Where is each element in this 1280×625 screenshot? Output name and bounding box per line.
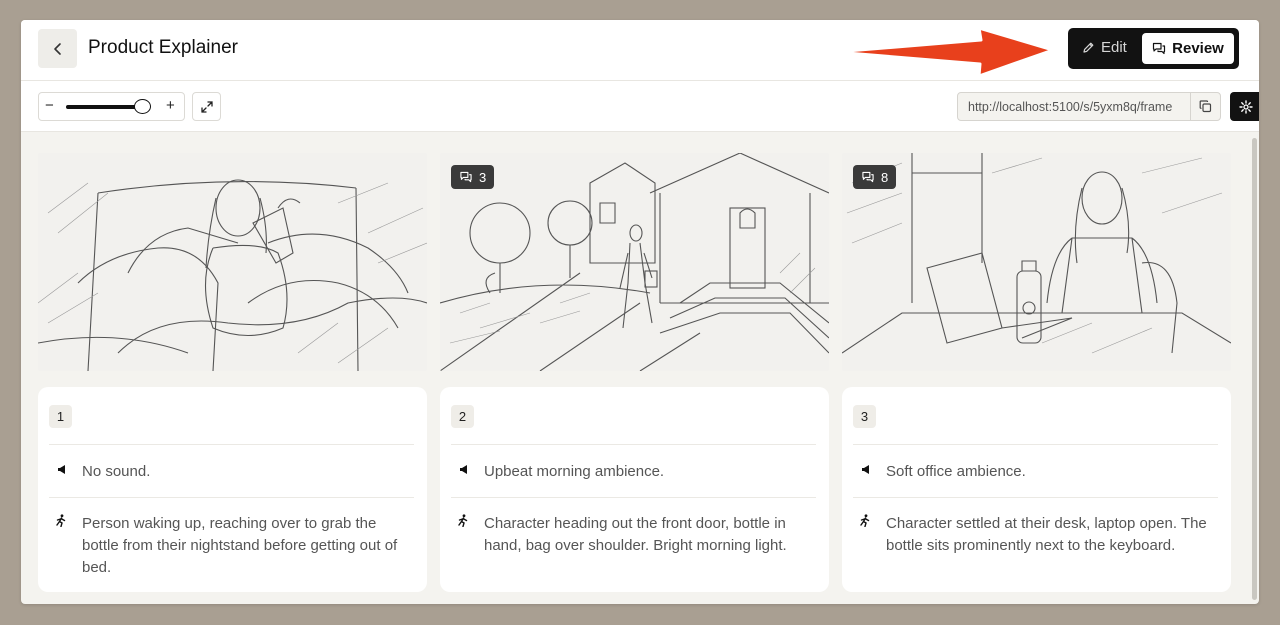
copy-icon — [1199, 100, 1212, 113]
divider — [451, 497, 816, 498]
copy-url-button[interactable] — [1190, 93, 1220, 120]
speaker-icon — [460, 465, 467, 474]
speaker-icon — [58, 465, 65, 474]
frame-number: 1 — [49, 405, 72, 428]
sound-description: Upbeat morning ambience. — [484, 463, 665, 480]
zoom-control: − + — [38, 92, 185, 121]
action-description: Character heading out the front door, bo… — [484, 515, 787, 554]
chevron-left-icon — [53, 42, 61, 55]
action-description: Person waking up, reaching over to grab … — [82, 515, 398, 576]
comments-icon — [1153, 42, 1166, 55]
frame-image[interactable]: 8 — [842, 153, 1231, 371]
page-title: Product Explainer — [88, 37, 238, 58]
running-person-icon — [56, 514, 66, 527]
frame-image[interactable] — [38, 153, 427, 371]
comment-count: 8 — [881, 169, 889, 185]
running-person-icon — [458, 514, 468, 527]
settings-button[interactable] — [1230, 92, 1259, 121]
header: Product Explainer Edit Review — [21, 20, 1259, 81]
divider — [49, 497, 414, 498]
running-person-icon — [860, 514, 870, 527]
comment-count: 3 — [479, 169, 487, 185]
frame-details-card: 2 Upbeat morning ambience. Character hea… — [440, 387, 829, 592]
frame-number: 3 — [853, 405, 876, 428]
review-mode-label: Review — [1172, 40, 1224, 57]
gear-icon — [1239, 99, 1253, 114]
divider — [451, 444, 816, 445]
toolbar: − + http://localhost:5100/s/5yxm8q/frame — [21, 81, 1259, 132]
share-url-field[interactable]: http://localhost:5100/s/5yxm8q/frame — [957, 92, 1221, 121]
speaker-icon — [862, 465, 869, 474]
comments-icon — [862, 171, 874, 183]
frame-details-card: 3 Soft office ambience. Character settle… — [842, 387, 1231, 592]
comments-icon — [460, 171, 472, 183]
action-description: Character settled at their desk, laptop … — [886, 515, 1207, 554]
frame-details-card: 1 No sound. Person waking up, reaching o… — [38, 387, 427, 592]
frame-image[interactable]: 3 — [440, 153, 829, 371]
divider — [853, 497, 1218, 498]
zoom-out-button[interactable]: − — [45, 97, 54, 114]
edit-mode-label: Edit — [1101, 39, 1127, 56]
expand-icon — [200, 100, 213, 113]
sound-description: No sound. — [82, 463, 151, 480]
share-url-text: http://localhost:5100/s/5yxm8q/frame — [968, 100, 1173, 114]
edit-mode-button[interactable]: Edit — [1082, 39, 1127, 56]
comment-count-badge[interactable]: 3 — [451, 165, 495, 189]
frame-number: 2 — [451, 405, 474, 428]
sound-description: Soft office ambience. — [886, 463, 1026, 480]
comment-count-badge[interactable]: 8 — [853, 165, 897, 189]
fullscreen-button[interactable] — [192, 92, 221, 121]
annotation-arrow — [833, 26, 1055, 78]
zoom-in-button[interactable]: + — [166, 97, 175, 114]
divider — [49, 444, 414, 445]
review-mode-button[interactable]: Review — [1142, 33, 1234, 64]
vertical-scrollbar[interactable] — [1252, 138, 1257, 600]
sketch-woman-drinking-in-bed-icon — [38, 179, 427, 371]
zoom-slider-thumb[interactable] — [134, 99, 151, 114]
sketch-woman-at-laptop-icon — [842, 153, 1231, 354]
app-window: Product Explainer Edit Review − + http:/… — [21, 20, 1259, 604]
back-button[interactable] — [38, 29, 77, 68]
sketch-woman-leaving-house-icon — [440, 153, 829, 371]
pencil-icon — [1083, 42, 1094, 53]
mode-switch: Edit Review — [1068, 28, 1239, 69]
divider — [853, 444, 1218, 445]
